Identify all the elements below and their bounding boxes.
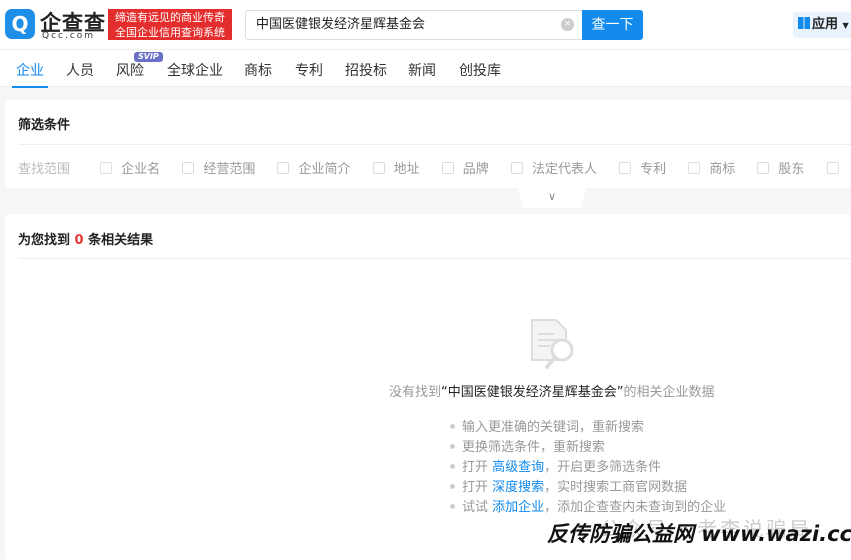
tab-global[interactable]: 全球企业 <box>167 60 223 80</box>
tab-people[interactable]: 人员 <box>66 60 94 80</box>
filter-card: 筛选条件 查找范围 企业名 经营范围 企业简介 地址 品牌 法定代表人 专利 商… <box>5 100 851 188</box>
tab-news[interactable]: 新闻 <box>408 60 436 80</box>
results-count-title: 为您找到 0 条相关结果 <box>18 233 154 248</box>
checkbox-company-name[interactable]: 企业名 <box>100 158 160 177</box>
suggestions-list: 输入更准确的关键词，重新搜索 更换筛选条件，重新搜索 打开 高级查询，开启更多筛… <box>450 418 726 518</box>
clear-icon[interactable]: × <box>561 18 574 31</box>
apps-menu-button[interactable]: 应用 ▼ <box>793 12 851 38</box>
checkbox-brand[interactable]: 品牌 <box>441 158 489 177</box>
tab-risk[interactable]: 风险 <box>116 60 144 80</box>
checkbox-address[interactable]: 地址 <box>372 158 420 177</box>
logo-icon[interactable]: Q <box>5 9 35 39</box>
tab-company[interactable]: 企业 <box>12 60 48 88</box>
advanced-search-link[interactable]: 高级查询 <box>492 460 544 475</box>
caret-down-icon: ▼ <box>842 21 849 30</box>
empty-message: 没有找到“中国医健银发经济星辉基金会”的相关企业数据 <box>389 385 715 400</box>
apps-label: 应用 <box>812 17 839 32</box>
empty-document-search-icon <box>531 319 574 369</box>
list-item: 打开 高级查询，开启更多筛选条件 <box>450 458 726 478</box>
tab-vc[interactable]: 创投库 <box>459 60 501 80</box>
filter-scope-row: 查找范围 企业名 经营范围 企业简介 地址 品牌 法定代表人 专利 商标 股东 <box>18 158 851 177</box>
checkbox-legal-rep[interactable]: 法定代表人 <box>510 158 597 177</box>
list-item: 打开 深度搜索，实时搜索工商官网数据 <box>450 478 726 498</box>
scope-label: 查找范围 <box>18 162 71 177</box>
checkbox-patent[interactable]: 专利 <box>619 158 666 177</box>
checkbox-business-scope[interactable]: 经营范围 <box>182 158 255 177</box>
list-item: 输入更准确的关键词，重新搜索 <box>450 418 726 438</box>
slogan-line: 全国企业信用查询系统 <box>115 26 225 39</box>
deep-search-link[interactable]: 深度搜索 <box>492 480 544 495</box>
chevron-down-icon: ∨ <box>547 190 557 203</box>
checkbox-company-intro[interactable]: 企业简介 <box>277 158 350 177</box>
nav-tabs: 企业 人员 风险 全球企业 商标 专利 招投标 新闻 创投库 <box>0 50 851 88</box>
search-input[interactable]: 中国医健银发经济星辉基金会 <box>245 10 583 40</box>
divider <box>18 144 851 145</box>
slogan-line: 缔造有远见的商业传奇 <box>115 11 225 24</box>
checkbox-more[interactable] <box>826 162 848 177</box>
slogan-banner: 缔造有远见的商业传奇 全国企业信用查询系统 <box>108 9 232 40</box>
empty-query: “中国医健银发经济星辉基金会” <box>441 385 624 400</box>
watermark: 反传防骗公益网 www.wazi.cc <box>547 522 851 546</box>
apps-grid-icon <box>798 17 810 29</box>
tab-trademark[interactable]: 商标 <box>244 60 272 80</box>
list-item: 更换筛选条件，重新搜索 <box>450 438 726 458</box>
checkbox-trademark[interactable]: 商标 <box>688 158 735 177</box>
search-button[interactable]: 查一下 <box>582 10 643 40</box>
tab-patent[interactable]: 专利 <box>295 60 323 80</box>
add-company-link[interactable]: 添加企业 <box>492 500 544 515</box>
checkbox-shareholder[interactable]: 股东 <box>757 158 804 177</box>
result-count: 0 <box>74 233 84 248</box>
tab-bidding[interactable]: 招投标 <box>345 60 387 80</box>
logo-subtitle: Qcc.com <box>42 31 96 41</box>
expand-filters-toggle[interactable]: ∨ <box>518 188 586 208</box>
header: Q 企查查 Qcc.com 缔造有远见的商业传奇 全国企业信用查询系统 中国医健银… <box>0 0 851 50</box>
filter-title: 筛选条件 <box>18 118 71 133</box>
divider <box>18 258 851 259</box>
svip-badge: SVIP <box>134 52 163 62</box>
